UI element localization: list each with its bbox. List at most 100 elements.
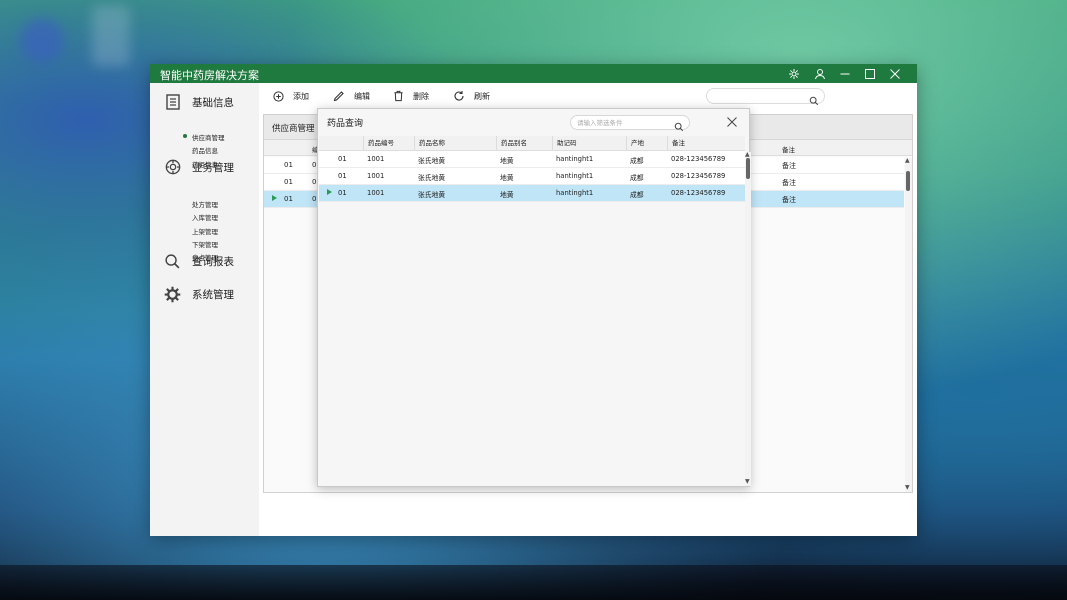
delete-label: 删除 — [413, 91, 429, 101]
column-header: 产地 — [626, 136, 644, 151]
cell: 0 — [312, 178, 317, 186]
nav-group-business[interactable]: 业务管理 — [164, 156, 259, 178]
cell: 成都 — [630, 157, 644, 165]
nav-group-label: 业务管理 — [192, 161, 234, 174]
desktop-app-icon — [20, 18, 64, 62]
scroll-up-icon[interactable]: ▲ — [905, 158, 910, 164]
cell: 028-123456789 — [671, 155, 726, 163]
cell: 01 — [338, 189, 347, 197]
row-indicator-icon — [327, 189, 332, 195]
cell: 01 — [284, 161, 293, 169]
sidebar-item-shelve[interactable]: 上架管理 — [192, 226, 218, 236]
column-header: 助记码 — [552, 136, 577, 151]
dialog-search-box[interactable] — [570, 115, 690, 132]
search-icon[interactable] — [674, 117, 684, 136]
sidebar-item-supplier[interactable]: 供应商管理 — [192, 132, 225, 142]
edit-button[interactable]: 编辑 — [332, 88, 370, 104]
gear-icon[interactable] — [786, 66, 802, 81]
nav-group-label: 查询报表 — [192, 255, 234, 268]
table-row-selected[interactable]: 01 1001 张氏地黄 地黄 hantinght1 成都 028-123456… — [319, 185, 745, 202]
toolbar-search-input[interactable] — [706, 88, 825, 106]
cell: 01 — [284, 178, 293, 186]
cell: 张氏地黄 — [418, 174, 446, 182]
cell: 地黄 — [500, 191, 514, 199]
cell: 028-123456789 — [671, 189, 726, 197]
sidebar-item-prescription[interactable]: 处方管理 — [192, 199, 218, 209]
cell: 备注 — [782, 196, 796, 204]
document-icon — [164, 94, 181, 111]
column-header: 备注 — [667, 136, 685, 151]
add-button[interactable]: 添加 — [271, 88, 309, 104]
scrollbar-thumb[interactable] — [746, 158, 750, 179]
active-indicator — [183, 134, 187, 138]
column-header: 药品编号 — [363, 136, 394, 151]
table-row[interactable]: 01 1001 张氏地黄 地黄 hantinght1 成都 028-123456… — [319, 151, 745, 168]
cell: 1001 — [367, 172, 385, 180]
cell: hantinght1 — [556, 189, 594, 197]
pencil-icon — [332, 89, 346, 103]
refresh-icon — [452, 89, 466, 103]
cell: 0 — [312, 161, 317, 169]
maximize-icon[interactable] — [862, 66, 878, 81]
edit-label: 编辑 — [354, 91, 370, 101]
dialog-title: 药品查询 — [327, 119, 364, 129]
table-row[interactable]: 01 1001 张氏地黄 地黄 hantinght1 成都 028-123456… — [319, 168, 745, 185]
drug-query-dialog: 药品查询 药品编号 药品名称 药品别名 助记码 产地 备注 01 1001 张氏… — [317, 108, 751, 487]
plus-circle-icon — [271, 89, 285, 103]
app-title: 智能中药房解决方案 — [160, 69, 259, 82]
dialog-table-header: 药品编号 药品名称 药品别名 助记码 产地 备注 — [319, 136, 745, 151]
cell: 备注 — [782, 162, 796, 170]
cell: 张氏地黄 — [418, 191, 446, 199]
cell: 1001 — [367, 189, 385, 197]
column-header: 药品别名 — [496, 136, 527, 151]
nav-group-label: 系统管理 — [192, 288, 234, 301]
cell: 1001 — [367, 155, 385, 163]
cell: 备注 — [782, 179, 796, 187]
vertical-scrollbar[interactable]: ▲ ▼ — [905, 158, 912, 492]
cell: 张氏地黄 — [418, 157, 446, 165]
title-bar: 智能中药房解决方案 — [150, 64, 917, 83]
settings-icon — [164, 286, 181, 303]
close-icon[interactable] — [724, 114, 740, 130]
search-icon[interactable] — [809, 91, 819, 110]
dialog-search-input[interactable] — [577, 117, 669, 128]
trash-icon — [391, 89, 405, 103]
cell: 成都 — [630, 174, 644, 182]
taskbar — [0, 565, 1067, 600]
user-icon[interactable] — [812, 66, 828, 81]
cell: 01 — [284, 195, 293, 203]
add-label: 添加 — [293, 91, 309, 101]
sidebar: 基础信息 供应商管理 药品信息 药柜信息 业务管理 处方管理 入库管理 上架管理… — [150, 83, 259, 536]
cell: 地黄 — [500, 157, 514, 165]
sidebar-item-stock-in[interactable]: 入库管理 — [192, 212, 218, 222]
search-icon — [164, 253, 181, 270]
scroll-down-icon[interactable]: ▼ — [905, 485, 910, 491]
row-indicator-icon — [272, 195, 277, 201]
nav-group-basic-info[interactable]: 基础信息 — [164, 91, 259, 113]
cell: 01 — [338, 172, 347, 180]
column-header: 备注 — [782, 146, 795, 154]
delete-button[interactable]: 删除 — [391, 88, 429, 104]
sidebar-item-drug-info[interactable]: 药品信息 — [192, 145, 218, 155]
nav-group-reports[interactable]: 查询报表 — [164, 250, 259, 272]
dialog-scrollbar[interactable]: ▲ ▼ — [745, 152, 751, 486]
scroll-down-icon[interactable]: ▼ — [745, 479, 750, 485]
cell: 0 — [312, 195, 317, 203]
refresh-button[interactable]: 刷新 — [452, 88, 490, 104]
cell: 01 — [338, 155, 347, 163]
close-icon[interactable] — [887, 66, 903, 81]
cell: 地黄 — [500, 174, 514, 182]
cell: 028-123456789 — [671, 172, 726, 180]
cell: hantinght1 — [556, 172, 594, 180]
nav-group-system[interactable]: 系统管理 — [164, 283, 259, 305]
cell: 成都 — [630, 191, 644, 199]
column-header: 药品名称 — [414, 136, 445, 151]
panel-title: 供应商管理 — [272, 124, 315, 134]
minimize-icon[interactable] — [837, 66, 853, 81]
scrollbar-thumb[interactable] — [906, 171, 910, 191]
gear-circle-icon — [164, 159, 181, 176]
nav-group-label: 基础信息 — [192, 96, 234, 109]
cell: hantinght1 — [556, 155, 594, 163]
refresh-label: 刷新 — [474, 91, 490, 101]
sidebar-item-unshelve[interactable]: 下架管理 — [192, 239, 218, 249]
